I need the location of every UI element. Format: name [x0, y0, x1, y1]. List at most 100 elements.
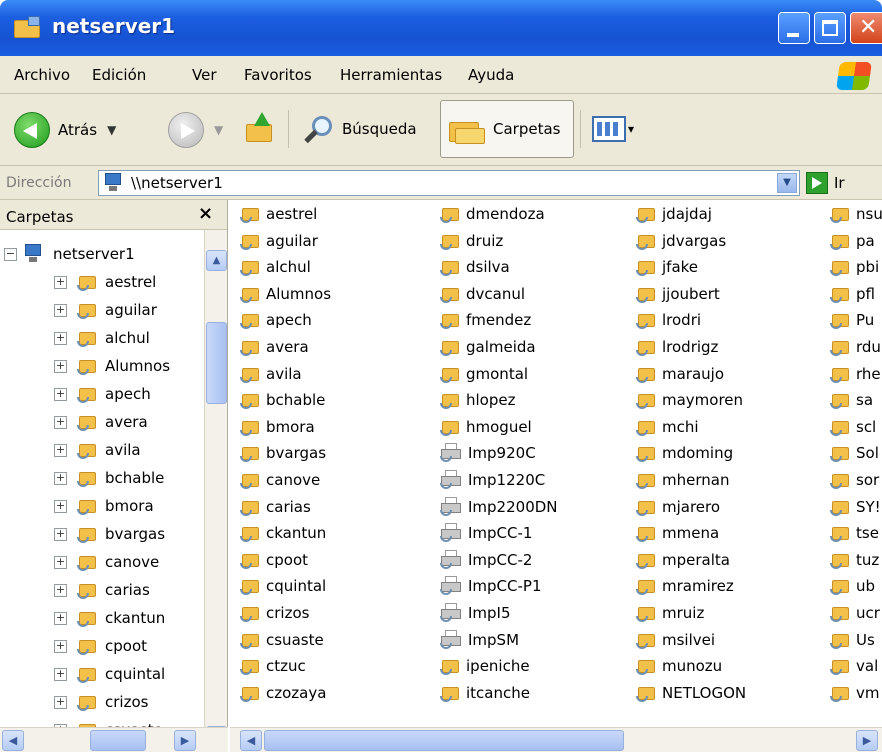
go-button[interactable]: Ir	[806, 172, 845, 194]
menu-ayuda[interactable]: Ayuda	[468, 66, 514, 84]
folder-item[interactable]: mruiz	[636, 601, 704, 625]
tree-item[interactable]: + Alumnos	[0, 352, 170, 380]
folder-item[interactable]: dmendoza	[440, 202, 545, 226]
folder-item[interactable]: aguilar	[240, 229, 318, 253]
expand-icon[interactable]: +	[54, 555, 67, 569]
folder-item[interactable]: canove	[240, 468, 320, 492]
tree-item[interactable]: + avila	[0, 436, 141, 464]
address-input[interactable]: \\netserver1 ▼	[98, 170, 800, 196]
folder-item[interactable]: itcanche	[440, 681, 530, 705]
expand-icon[interactable]: +	[54, 359, 67, 373]
printer-item[interactable]: ImpCC-1	[440, 521, 532, 545]
folder-item[interactable]: jjoubert	[636, 282, 720, 306]
folder-item[interactable]: SY!	[830, 495, 881, 519]
folder-item[interactable]: gmontal	[440, 362, 528, 386]
folder-item[interactable]: mdoming	[636, 441, 733, 465]
maximize-button[interactable]	[814, 12, 846, 44]
folder-item[interactable]: fmendez	[440, 308, 531, 332]
folder-item[interactable]: jdajdaj	[636, 202, 712, 226]
folder-item[interactable]: apech	[240, 308, 312, 332]
scroll-left-icon[interactable]: ◀	[240, 730, 262, 751]
menu-ver[interactable]: Ver	[192, 66, 217, 84]
scroll-thumb[interactable]	[206, 322, 227, 404]
folder-item[interactable]: tse	[830, 521, 879, 545]
folder-item[interactable]: ipeniche	[440, 654, 530, 678]
folders-hscrollbar[interactable]: ◀ ▶	[0, 727, 228, 752]
folder-item[interactable]: jfake	[636, 255, 698, 279]
folder-item[interactable]: lrodri	[636, 308, 701, 332]
views-button[interactable]: ▾	[592, 116, 634, 142]
expand-icon[interactable]: +	[54, 583, 67, 597]
folder-item[interactable]: ckantun	[240, 521, 326, 545]
expand-icon[interactable]: +	[54, 443, 67, 457]
folder-item[interactable]: pa	[830, 229, 875, 253]
close-button[interactable]: ✕	[850, 12, 882, 44]
printer-item[interactable]: ImpSM	[440, 628, 519, 652]
forward-dropdown-icon[interactable]: ▼	[214, 123, 223, 137]
address-dropdown-icon[interactable]: ▼	[777, 173, 797, 193]
tree-item[interactable]: + avera	[0, 408, 148, 436]
folders-pane-scrollbar[interactable]: ▲ ▼	[204, 230, 227, 737]
folder-item[interactable]: lrodrigz	[636, 335, 718, 359]
tree-item[interactable]: + alchul	[0, 324, 150, 352]
tree-item[interactable]: + apech	[0, 380, 151, 408]
folder-item[interactable]: druiz	[440, 229, 503, 253]
printer-item[interactable]: Imp2200DN	[440, 495, 558, 519]
tree-item[interactable]: + carias	[0, 576, 150, 604]
menu-favoritos[interactable]: Favoritos	[244, 66, 312, 84]
minimize-button[interactable]	[778, 12, 810, 44]
folder-item[interactable]: galmeida	[440, 335, 536, 359]
folder-item[interactable]: aestrel	[240, 202, 317, 226]
folder-item[interactable]: Us	[830, 628, 875, 652]
folder-item[interactable]: mjarero	[636, 495, 720, 519]
folder-item[interactable]: rdu	[830, 335, 881, 359]
scroll-right-icon[interactable]: ▶	[856, 730, 878, 751]
scroll-right-icon[interactable]: ▶	[174, 730, 196, 751]
folder-item[interactable]: hmoguel	[440, 415, 532, 439]
forward-button[interactable]: ▼	[168, 112, 223, 148]
expand-icon[interactable]: +	[54, 415, 67, 429]
folder-item[interactable]: rhe	[830, 362, 881, 386]
printer-item[interactable]: Imp920C	[440, 441, 536, 465]
tree-item[interactable]: + ckantun	[0, 604, 165, 632]
title-bar[interactable]: netserver1 ✕	[0, 0, 882, 56]
expand-icon[interactable]: +	[54, 303, 67, 317]
back-button[interactable]: Atrás ▼	[14, 112, 116, 148]
folder-item[interactable]: mchi	[636, 415, 699, 439]
folder-item[interactable]: cpoot	[240, 548, 308, 572]
folder-item[interactable]: mperalta	[636, 548, 730, 572]
back-dropdown-icon[interactable]: ▼	[107, 123, 116, 137]
scroll-left-icon[interactable]: ◀	[2, 730, 24, 751]
folder-item[interactable]: avera	[240, 335, 309, 359]
folder-item[interactable]: ub	[830, 574, 875, 598]
folder-item[interactable]: sa	[830, 388, 873, 412]
search-button[interactable]: Búsqueda	[304, 114, 417, 144]
folder-item[interactable]: nsu	[830, 202, 882, 226]
expand-icon[interactable]: +	[54, 611, 67, 625]
folder-item[interactable]: bchable	[240, 388, 325, 412]
folder-item[interactable]: maymoren	[636, 388, 743, 412]
tree-root[interactable]: − netserver1	[0, 240, 135, 268]
expand-icon[interactable]: +	[54, 639, 67, 653]
folder-item[interactable]: avila	[240, 362, 302, 386]
expand-icon[interactable]: +	[54, 387, 67, 401]
menu-archivo[interactable]: Archivo	[14, 66, 70, 84]
printer-item[interactable]: ImpI5	[440, 601, 511, 625]
expand-icon[interactable]: +	[54, 275, 67, 289]
tree-item[interactable]: + cquintal	[0, 660, 165, 688]
folder-item[interactable]: pbi	[830, 255, 879, 279]
expand-icon[interactable]: +	[54, 667, 67, 681]
tree-item[interactable]: + bmora	[0, 492, 154, 520]
folder-item[interactable]: msilvei	[636, 628, 715, 652]
folder-item[interactable]: jdvargas	[636, 229, 726, 253]
folder-item[interactable]: maraujo	[636, 362, 724, 386]
tree-item[interactable]: + aestrel	[0, 268, 156, 296]
folders-button[interactable]: Carpetas	[440, 100, 574, 158]
expand-icon[interactable]: +	[54, 527, 67, 541]
folder-item[interactable]: hlopez	[440, 388, 515, 412]
folder-item[interactable]: bvargas	[240, 441, 326, 465]
folder-item[interactable]: alchul	[240, 255, 311, 279]
tree-item[interactable]: + canove	[0, 548, 159, 576]
folder-item[interactable]: crizos	[240, 601, 309, 625]
hscroll-thumb[interactable]	[264, 730, 624, 751]
